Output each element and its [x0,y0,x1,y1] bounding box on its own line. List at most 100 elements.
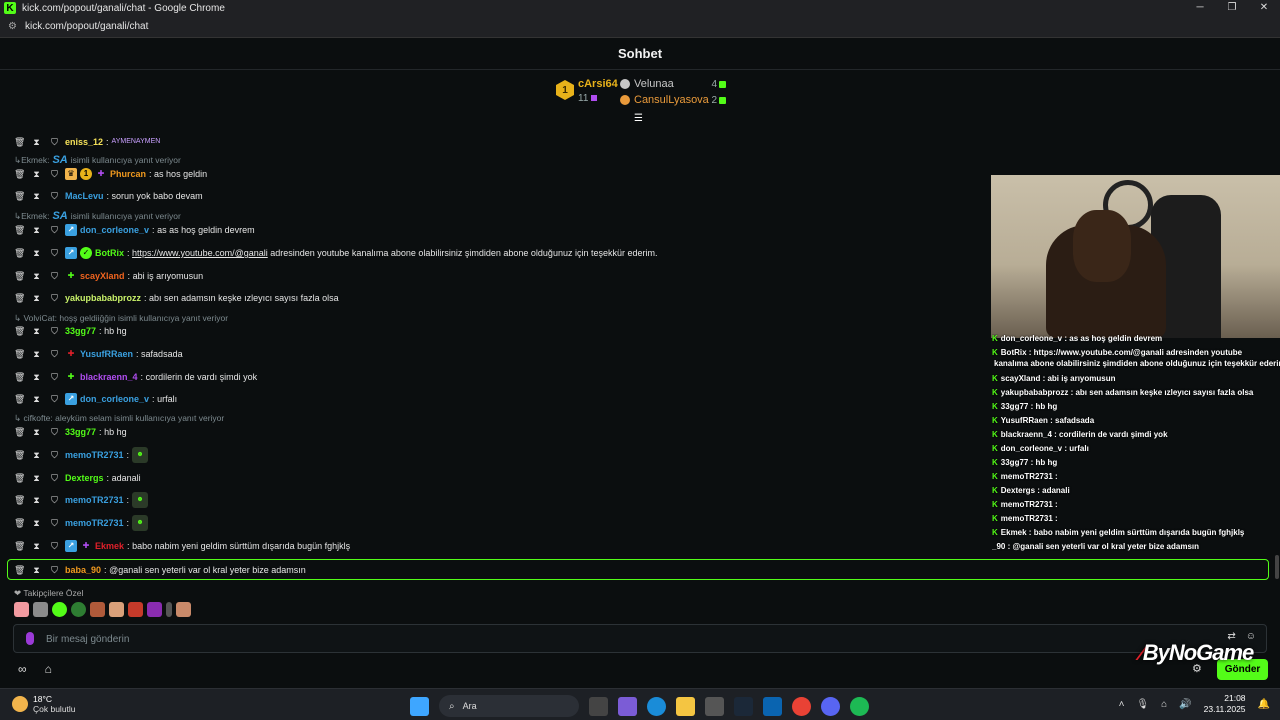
delete-icon[interactable]: 🗑 [14,191,25,202]
store-app-icon[interactable] [705,696,724,716]
file-explorer-icon[interactable] [676,696,695,716]
ban-icon[interactable]: ⛉ [50,518,59,529]
delete-icon[interactable]: 🗑 [14,248,25,259]
timeout-icon[interactable]: ⧗ [32,541,41,552]
timeout-icon[interactable]: ⧗ [32,565,41,576]
timeout-icon[interactable]: ⧗ [32,293,41,304]
delete-icon[interactable]: 🗑 [14,427,25,438]
stick-emote-icon[interactable] [166,602,172,617]
close-button[interactable]: ✕ [1248,0,1280,16]
microphone-icon[interactable]: 🎙 [1136,699,1149,710]
face-emote-icon[interactable] [90,602,105,617]
delete-icon[interactable]: 🗑 [14,518,25,529]
leaderboard-row[interactable]: Velunaa 4 [620,78,726,90]
timeout-icon[interactable]: ⧗ [32,450,41,461]
delete-icon[interactable]: 🗑 [14,137,25,148]
username[interactable]: memoTR2731 [65,518,124,528]
red-emote-icon[interactable] [128,602,143,617]
ban-icon[interactable]: ⛉ [50,394,59,405]
leaderboard-first-name[interactable]: cArsi64 [578,78,618,90]
notification-bell-icon[interactable]: 🔔 [1258,699,1270,710]
minimize-button[interactable]: ─ [1184,0,1216,16]
ban-icon[interactable]: ⛉ [50,137,59,148]
timeout-icon[interactable]: ⧗ [32,495,41,506]
start-icon[interactable] [410,696,429,716]
timeout-icon[interactable]: ⧗ [32,225,41,236]
copilot-icon[interactable] [618,696,637,716]
username[interactable]: Ekmek [95,541,124,551]
spotify-icon[interactable] [850,696,869,716]
username[interactable]: 33gg77 [65,427,96,437]
timeout-icon[interactable]: ⧗ [32,169,41,180]
cat-emote-icon[interactable] [33,602,48,617]
chrome-icon[interactable] [792,696,811,716]
chat-scrollbar[interactable] [1275,555,1279,579]
ban-icon[interactable]: ⛉ [50,248,59,259]
timeout-icon[interactable]: ⧗ [32,248,41,259]
message-input[interactable] [46,630,1196,648]
timeout-icon[interactable]: ⧗ [32,518,41,529]
outlook-icon[interactable] [763,696,782,716]
ban-icon[interactable]: ⛉ [50,191,59,202]
timeout-icon[interactable]: ⧗ [32,427,41,438]
pink-emote-icon[interactable] [109,602,124,617]
chevron-up-icon[interactable]: ˄ [1119,699,1125,710]
username[interactable]: blackraenn_4 [80,372,138,382]
discord-icon[interactable] [821,696,840,716]
delete-icon[interactable]: 🗑 [14,450,25,461]
username[interactable]: Dextergs [65,473,104,483]
username[interactable]: 33gg77 [65,326,96,336]
message-link[interactable]: https://www.youtube.com/@ganali [132,248,268,258]
ban-icon[interactable]: ⛉ [50,541,59,552]
steam-icon[interactable] [734,696,753,716]
delete-icon[interactable]: 🗑 [14,293,25,304]
ban-icon[interactable]: ⛉ [50,293,59,304]
username[interactable]: don_corleone_v [80,225,149,235]
username[interactable]: don_corleone_v [80,394,149,404]
restore-button[interactable]: ❐ [1216,0,1248,16]
ban-icon[interactable]: ⛉ [50,225,59,236]
leaderboard-row[interactable]: CansulLyasova 2 [620,94,726,106]
timeout-icon[interactable]: ⧗ [32,349,41,360]
username[interactable]: scayXland [80,271,125,281]
delete-icon[interactable]: 🗑 [14,271,25,282]
ban-icon[interactable]: ⛉ [50,271,59,282]
username[interactable]: memoTR2731 [65,450,124,460]
purple-emote-icon[interactable] [147,602,162,617]
ban-icon[interactable]: ⛉ [50,473,59,484]
username[interactable]: yakupbababprozz [65,293,141,303]
task-view-icon[interactable] [589,696,608,716]
timeout-icon[interactable]: ⧗ [32,191,41,202]
timeout-icon[interactable]: ⧗ [32,394,41,405]
timeout-icon[interactable]: ⧗ [32,326,41,337]
expand-leaderboard-icon[interactable]: ☰ [634,113,643,124]
store-icon[interactable]: ⌂ [45,662,52,676]
ban-icon[interactable]: ⛉ [50,450,59,461]
ban-icon[interactable]: ⛉ [50,326,59,337]
infinity-icon[interactable]: ∞ [18,662,27,676]
ban-icon[interactable]: ⛉ [50,169,59,180]
weather-widget[interactable]: 18°C Çok bulutlu [12,694,76,714]
ban-icon[interactable]: ⛉ [50,495,59,506]
username[interactable]: MacLevu [65,191,104,201]
ban-icon[interactable]: ⛉ [50,372,59,383]
delete-icon[interactable]: 🗑 [14,394,25,405]
timeout-icon[interactable]: ⧗ [32,137,41,148]
timeout-icon[interactable]: ⧗ [32,372,41,383]
ban-icon[interactable]: ⛉ [50,565,59,576]
delete-icon[interactable]: 🗑 [14,225,25,236]
username[interactable]: memoTR2731 [65,495,124,505]
url-text[interactable]: kick.com/popout/ganali/chat [25,21,148,32]
taskbar-search[interactable]: ⌕ Ara [439,695,579,717]
delete-icon[interactable]: 🗑 [14,349,25,360]
username[interactable]: BotRix [95,248,124,258]
person-emote-icon[interactable] [176,602,191,617]
username[interactable]: baba_90 [65,565,101,575]
timeout-icon[interactable]: ⧗ [32,271,41,282]
mic-icon[interactable] [26,632,34,645]
timeout-icon[interactable]: ⧗ [32,473,41,484]
clock[interactable]: 21:08 23.11.2025 [1204,693,1246,715]
username[interactable]: YusufRRaen [80,349,133,359]
skull-emote-icon[interactable] [71,602,86,617]
green-emote-icon[interactable] [52,602,67,617]
